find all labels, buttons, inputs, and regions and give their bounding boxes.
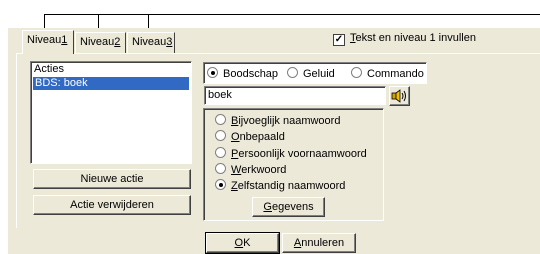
radio-icon <box>287 67 298 78</box>
checkbox-checked-icon: ✓ <box>333 34 345 46</box>
button-key: G <box>263 201 272 213</box>
tab-niveau-3[interactable]: Niveau3 <box>127 32 175 53</box>
radio-key: O <box>231 131 240 143</box>
radio-bijvoeglijk[interactable]: Bijvoeglijk naamwoord <box>215 114 340 127</box>
new-action-button[interactable]: Nieuwe actie <box>33 169 191 189</box>
radio-label: Geluid <box>303 68 335 80</box>
acties-label: Acties <box>34 63 64 75</box>
tab-label: Niveau <box>132 36 167 48</box>
button-label: egevens <box>271 201 314 213</box>
tab-key: 2 <box>114 36 121 48</box>
checkbox-label: ekst en niveau 1 invullen <box>355 32 476 44</box>
list-item[interactable]: BDS: boek <box>33 77 189 90</box>
radio-icon <box>215 147 226 158</box>
cancel-button[interactable]: Annuleren <box>282 233 356 253</box>
tab-niveau-2[interactable]: Niveau2 <box>75 32 126 53</box>
radio-icon <box>351 67 362 78</box>
radio-icon <box>215 114 226 125</box>
button-label: nnuleren <box>301 237 345 249</box>
radio-geluid[interactable]: Geluid <box>287 67 335 80</box>
radio-label: nbepaald <box>239 131 285 143</box>
button-label: K <box>243 237 251 249</box>
message-text-input[interactable]: boek <box>204 86 386 105</box>
radio-icon <box>215 130 226 141</box>
radio-commando[interactable]: Commando <box>351 67 424 80</box>
tab-key: 3 <box>166 36 173 48</box>
delete-action-button[interactable]: Actie verwijderen <box>33 195 191 215</box>
ok-button[interactable]: OK <box>205 232 280 254</box>
radio-zelfstandig[interactable]: Zelfstandig naamwoord <box>215 179 345 192</box>
radio-label: erkwoord <box>241 164 287 176</box>
radio-label: elfstandig naamwoord <box>237 180 346 192</box>
radio-boodschap[interactable]: Boodschap <box>207 67 278 80</box>
radio-werkwoord[interactable]: Werkwoord <box>215 163 286 176</box>
gegevens-button[interactable]: Gegevens <box>252 197 325 217</box>
radio-key: W <box>231 164 242 176</box>
radio-label: ijvoeglijk naamwoord <box>238 115 341 127</box>
radio-key: Z <box>231 180 238 192</box>
tab-label: Niveau <box>27 34 62 46</box>
radio-label: ersoonlijk voornaamwoord <box>238 148 367 160</box>
speaker-button[interactable] <box>389 86 410 106</box>
tab-key: 1 <box>61 34 68 46</box>
button-key: O <box>234 237 244 249</box>
tab-niveau-1[interactable]: Niveau1 <box>22 30 74 54</box>
speaker-icon <box>391 89 406 103</box>
tekst-niveau-checkbox[interactable]: ✓ Tekst en niveau 1 invullen <box>333 32 476 46</box>
acties-listbox[interactable]: Acties BDS: boek <box>30 61 192 164</box>
radio-selected-icon <box>215 179 226 190</box>
radio-onbepaald[interactable]: Onbepaald <box>215 130 285 143</box>
radio-selected-icon <box>207 67 218 78</box>
radio-label: Boodschap <box>223 68 279 80</box>
tab-label: Niveau <box>80 36 115 48</box>
radio-label: Commando <box>367 68 424 80</box>
connector-line-top <box>44 14 540 15</box>
radio-icon <box>215 163 226 174</box>
radio-persoonlijk[interactable]: Persoonlijk voornaamwoord <box>215 147 367 160</box>
